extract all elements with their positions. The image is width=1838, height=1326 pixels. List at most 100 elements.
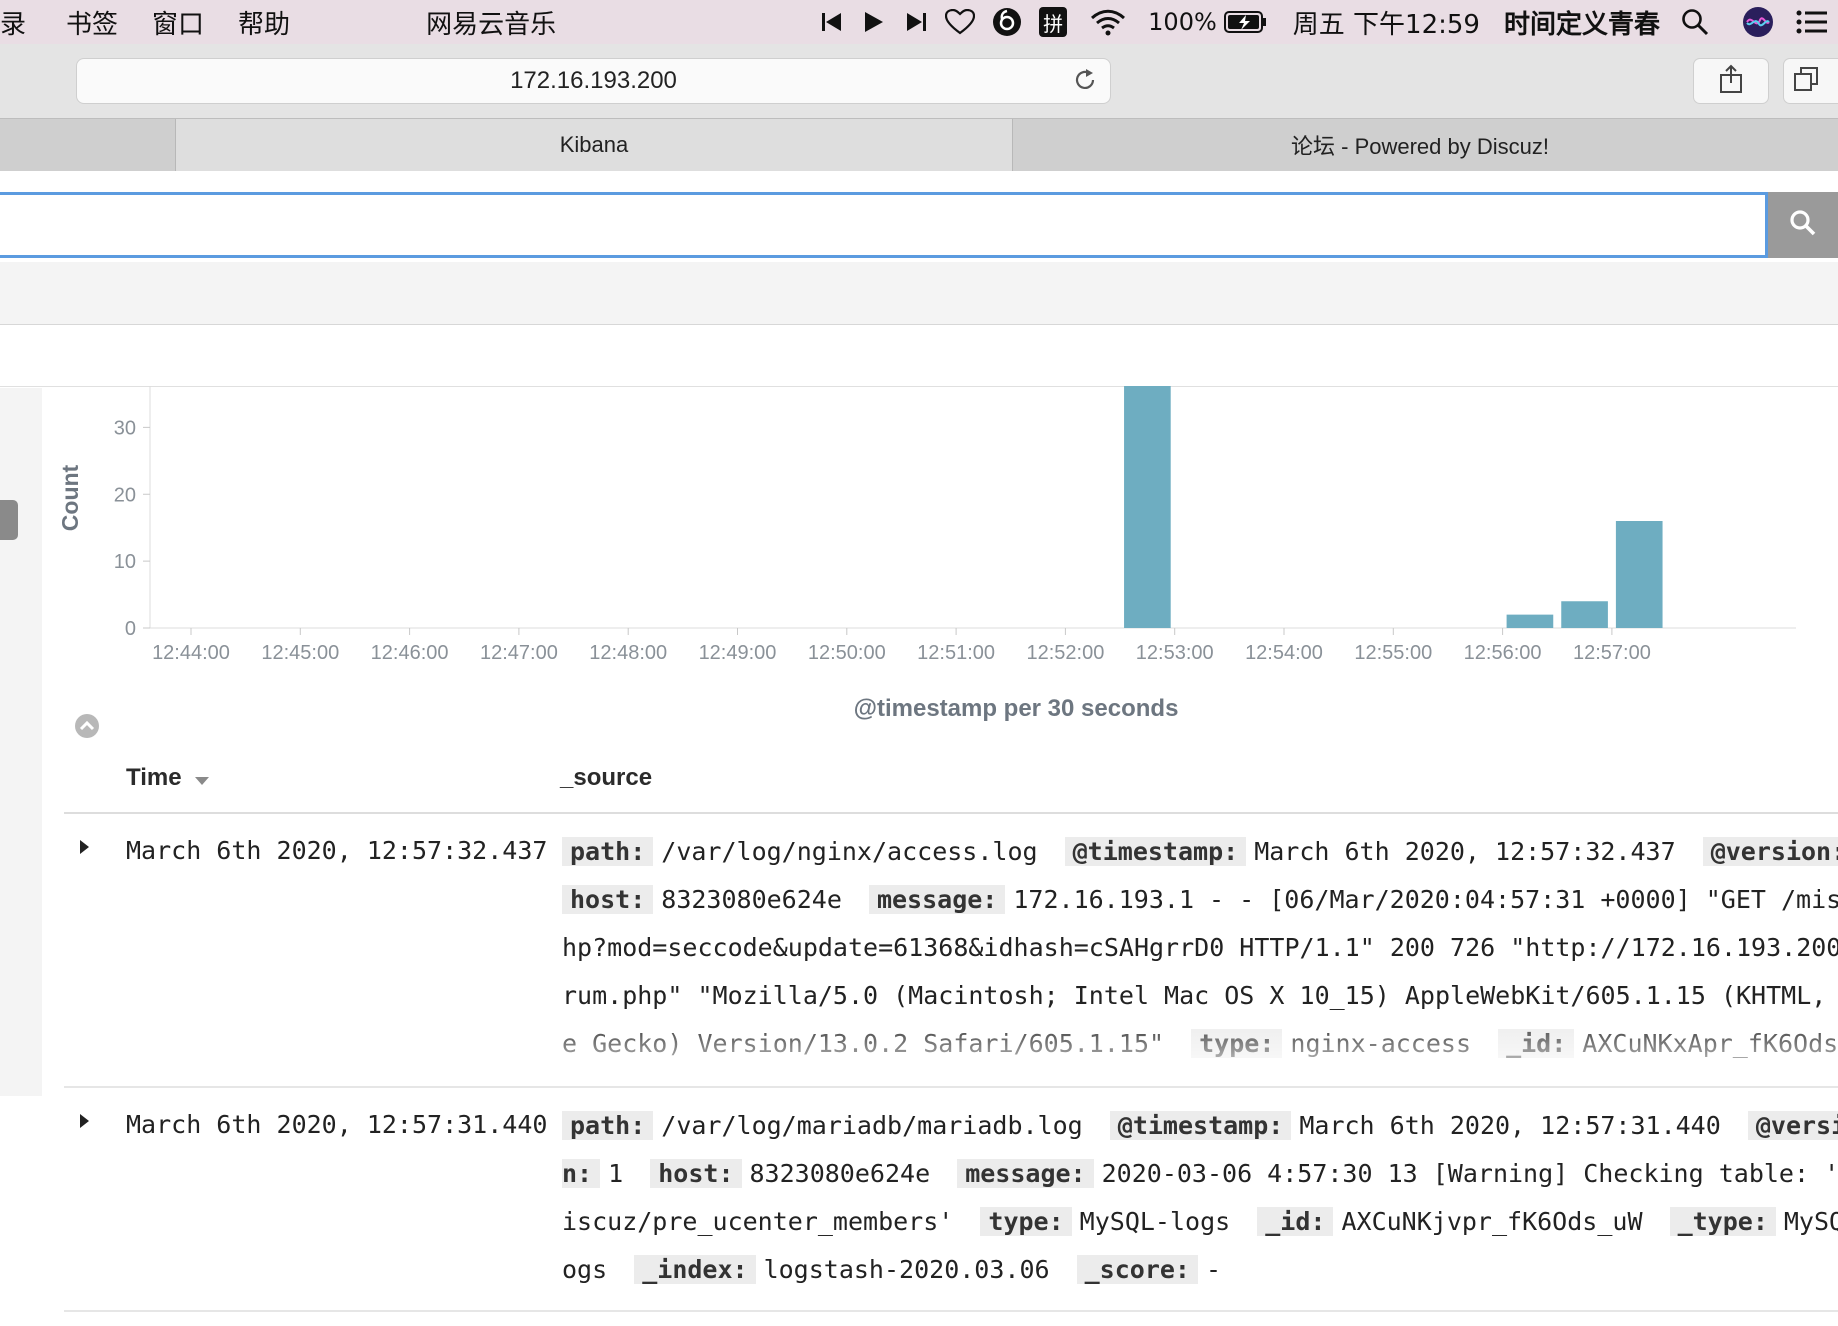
search-icon [1789, 209, 1817, 242]
field-value: logstash-2020.03.06 [763, 1255, 1050, 1284]
field-key: @timestamp: [1064, 837, 1247, 866]
row-truncation-fade [64, 1016, 1838, 1086]
time-column-header[interactable]: Time [126, 764, 210, 793]
y-tick-label: 30 [114, 417, 136, 439]
spotlight-search-icon[interactable] [1660, 0, 1730, 44]
chart-bars [1124, 386, 1663, 628]
notification-center-icon[interactable] [1786, 0, 1838, 44]
x-tick-label: 12:56:00 [1464, 642, 1542, 664]
x-tick-label: 12:44:00 [152, 642, 230, 664]
tab-label: Kibana [559, 132, 629, 157]
field-key: _id: [1257, 1207, 1334, 1236]
time-header-label: Time [126, 764, 182, 791]
tabs-overview-icon [1793, 66, 1819, 97]
field-key: _index: [634, 1255, 756, 1284]
histogram-bar [1506, 614, 1554, 628]
tab-discuz-forum[interactable]: 论坛 - Powered by Discuz! [1013, 119, 1827, 171]
field-key: message: [868, 885, 1006, 914]
table-row: March 6th 2020, 12:57:31.440 path:/var/l… [64, 1088, 1838, 1312]
y-tick-label: 0 [125, 618, 136, 640]
expand-row-icon[interactable] [80, 840, 89, 854]
field-value: AXCuNKjvpr_fK6Ods_uW [1341, 1207, 1643, 1236]
row-time: March 6th 2020, 12:57:31.440 [126, 1110, 548, 1139]
field-key: message: [957, 1159, 1094, 1188]
address-bar[interactable]: 172.16.193.200 [77, 59, 1110, 103]
row-time: March 6th 2020, 12:57:32.437 [126, 836, 548, 865]
sidebar-toggle-handle[interactable] [0, 500, 18, 540]
field-key: type: [980, 1207, 1072, 1236]
tab-label: 论坛 - Powered by Discuz! [1291, 134, 1549, 159]
field-value: /var/log/nginx/access.log [661, 837, 1038, 866]
filter-bar [0, 262, 1838, 325]
field-key: @timestamp: [1109, 1111, 1292, 1140]
field-value: 8323080e624e [749, 1159, 931, 1188]
siri-icon[interactable] [1730, 0, 1786, 44]
play-icon[interactable] [852, 0, 896, 44]
heart-icon[interactable] [936, 0, 984, 44]
field-key: _score: [1076, 1255, 1198, 1284]
netease-music-icon[interactable] [984, 0, 1030, 44]
now-playing-song[interactable]: 时间定义青春 [1504, 4, 1660, 41]
browser-toolbar: 172.16.193.200 [0, 44, 1838, 118]
reload-icon[interactable] [1072, 67, 1098, 93]
share-button[interactable] [1694, 59, 1768, 103]
histogram-bar [1561, 601, 1608, 628]
field-value: 1 [608, 1159, 624, 1188]
x-tick-label: 12:51:00 [917, 642, 995, 664]
source-column-header: _source [560, 764, 653, 791]
histogram-svg: Count @timestamp per 30 seconds 0 10 20 30 1… [57, 386, 1796, 722]
field-key: _type: [1669, 1207, 1776, 1236]
battery-percent: 100% [1148, 8, 1217, 36]
show-tabs-button[interactable] [1784, 59, 1838, 103]
menu-app-name[interactable]: 网易云音乐 [426, 4, 556, 41]
field-key: @version: [1702, 837, 1838, 866]
previous-track-icon[interactable] [812, 0, 852, 44]
menu-bookmarks[interactable]: 书签 [66, 4, 118, 41]
field-key: path: [562, 837, 654, 866]
menubar-clock[interactable]: 周五 下午12:59 [1293, 4, 1480, 41]
field-key: host: [650, 1159, 742, 1188]
url-text: 172.16.193.200 [510, 67, 677, 94]
y-tick-label: 20 [114, 484, 136, 506]
field-sidebar-collapsed [0, 388, 42, 1096]
histogram-bar [1615, 521, 1663, 628]
tab-kibana[interactable]: Kibana [175, 119, 1013, 171]
share-icon [1718, 64, 1744, 99]
tab-bar: Kibana 论坛 - Powered by Discuz! [0, 118, 1838, 171]
next-track-icon[interactable] [896, 0, 936, 44]
input-method-label: 拼 [1039, 7, 1068, 37]
menu-help[interactable]: 帮助 [238, 4, 290, 41]
field-value: 8323080e624e [661, 885, 842, 914]
x-tick-label: 12:57:00 [1573, 642, 1651, 664]
x-tick-label: 12:50:00 [808, 642, 886, 664]
x-tick-label: 12:45:00 [261, 642, 339, 664]
wifi-icon[interactable] [1076, 0, 1140, 44]
x-tick-label: 12:52:00 [1026, 642, 1104, 664]
sort-descending-icon[interactable] [194, 765, 210, 793]
x-tick-label: 12:46:00 [371, 642, 449, 664]
table-row: March 6th 2020, 12:57:32.437 path:/var/l… [64, 814, 1838, 1088]
field-value: - [1205, 1255, 1222, 1284]
search-input[interactable] [0, 192, 1768, 258]
menu-item[interactable]: 录 [0, 4, 26, 41]
documents-table-header: Time _source [64, 760, 1838, 814]
field-value: MySQL-logs [1079, 1207, 1231, 1236]
x-tick-label: 12:54:00 [1245, 642, 1323, 664]
query-bar [0, 192, 1838, 262]
input-method-icon[interactable]: 拼 [1030, 0, 1076, 44]
mac-menu-bar: 录 书签 窗口 帮助 网易云音乐 拼 100% 周五 下午12:59 时间定义青… [0, 0, 1838, 44]
field-value: March 6th 2020, 12:57:31.440 [1299, 1111, 1721, 1140]
field-value: March 6th 2020, 12:57:32.437 [1254, 837, 1676, 866]
collapse-chart-icon[interactable] [74, 713, 100, 739]
histogram-chart: Count @timestamp per 30 seconds 0 10 20 30 1… [42, 386, 1838, 726]
y-axis-label: Count [57, 464, 83, 531]
x-tick-label: 12:55:00 [1354, 642, 1432, 664]
y-tick-label: 10 [114, 551, 136, 573]
battery-icon[interactable] [1217, 0, 1275, 44]
search-button[interactable] [1768, 192, 1838, 258]
menu-window[interactable]: 窗口 [152, 4, 204, 41]
expand-row-icon[interactable] [80, 1114, 89, 1128]
x-axis-label: @timestamp per 30 seconds [854, 695, 1179, 722]
field-key: host: [562, 885, 654, 914]
field-key: path: [562, 1111, 654, 1140]
